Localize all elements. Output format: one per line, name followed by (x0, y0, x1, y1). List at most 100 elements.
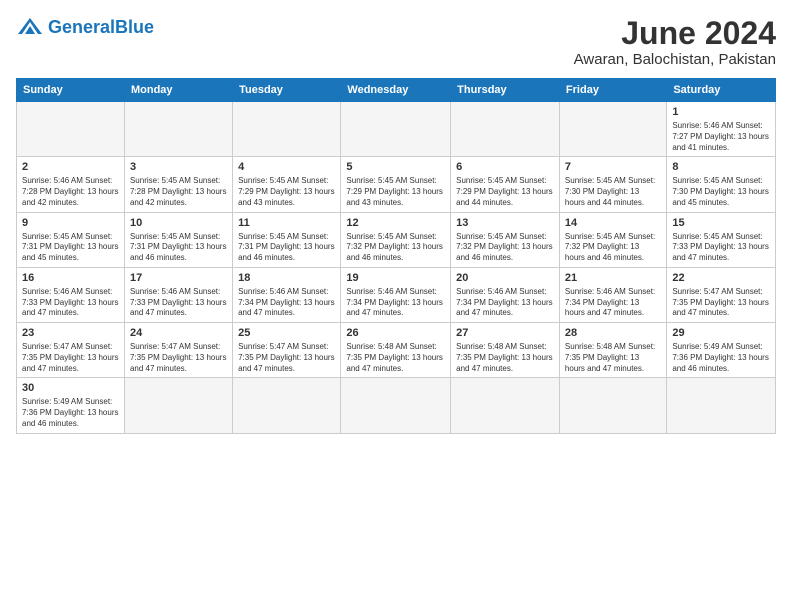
day-cell: 10Sunrise: 5:45 AM Sunset: 7:31 PM Dayli… (124, 212, 232, 267)
day-cell: 17Sunrise: 5:46 AM Sunset: 7:33 PM Dayli… (124, 267, 232, 322)
day-number: 4 (238, 160, 335, 175)
day-info: Sunrise: 5:45 AM Sunset: 7:32 PM Dayligh… (456, 232, 554, 264)
week-row-0: 1Sunrise: 5:46 AM Sunset: 7:27 PM Daylig… (17, 102, 776, 157)
day-cell: 2Sunrise: 5:46 AM Sunset: 7:28 PM Daylig… (17, 157, 125, 212)
day-number: 2 (22, 160, 119, 175)
day-number: 30 (22, 381, 119, 396)
day-number: 22 (672, 271, 770, 286)
day-info: Sunrise: 5:48 AM Sunset: 7:35 PM Dayligh… (456, 342, 554, 374)
day-cell: 15Sunrise: 5:45 AM Sunset: 7:33 PM Dayli… (667, 212, 776, 267)
day-cell: 1Sunrise: 5:46 AM Sunset: 7:27 PM Daylig… (667, 102, 776, 157)
day-info: Sunrise: 5:46 AM Sunset: 7:34 PM Dayligh… (238, 287, 335, 319)
week-row-3: 16Sunrise: 5:46 AM Sunset: 7:33 PM Dayli… (17, 267, 776, 322)
day-info: Sunrise: 5:48 AM Sunset: 7:35 PM Dayligh… (346, 342, 445, 374)
calendar-title: June 2024 (574, 16, 776, 51)
day-number: 5 (346, 160, 445, 175)
calendar-header: GeneralBlue June 2024 Awaran, Balochista… (16, 16, 776, 68)
day-cell (451, 102, 560, 157)
day-info: Sunrise: 5:45 AM Sunset: 7:30 PM Dayligh… (565, 176, 661, 208)
day-info: Sunrise: 5:46 AM Sunset: 7:34 PM Dayligh… (565, 287, 661, 319)
day-cell: 25Sunrise: 5:47 AM Sunset: 7:35 PM Dayli… (233, 323, 341, 378)
weekday-header-row: SundayMondayTuesdayWednesdayThursdayFrid… (17, 79, 776, 102)
day-info: Sunrise: 5:47 AM Sunset: 7:35 PM Dayligh… (22, 342, 119, 374)
day-number: 7 (565, 160, 661, 175)
day-number: 21 (565, 271, 661, 286)
day-number: 29 (672, 326, 770, 341)
day-info: Sunrise: 5:45 AM Sunset: 7:29 PM Dayligh… (346, 176, 445, 208)
day-info: Sunrise: 5:49 AM Sunset: 7:36 PM Dayligh… (672, 342, 770, 374)
day-info: Sunrise: 5:48 AM Sunset: 7:35 PM Dayligh… (565, 342, 661, 374)
day-cell (124, 102, 232, 157)
day-cell: 9Sunrise: 5:45 AM Sunset: 7:31 PM Daylig… (17, 212, 125, 267)
day-number: 24 (130, 326, 227, 341)
day-cell: 24Sunrise: 5:47 AM Sunset: 7:35 PM Dayli… (124, 323, 232, 378)
day-number: 1 (672, 105, 770, 120)
day-number: 23 (22, 326, 119, 341)
day-number: 3 (130, 160, 227, 175)
day-number: 14 (565, 216, 661, 231)
day-number: 28 (565, 326, 661, 341)
day-cell: 19Sunrise: 5:46 AM Sunset: 7:34 PM Dayli… (341, 267, 451, 322)
day-info: Sunrise: 5:47 AM Sunset: 7:35 PM Dayligh… (672, 287, 770, 319)
day-info: Sunrise: 5:46 AM Sunset: 7:34 PM Dayligh… (456, 287, 554, 319)
day-number: 12 (346, 216, 445, 231)
day-number: 13 (456, 216, 554, 231)
day-cell (233, 378, 341, 433)
day-info: Sunrise: 5:46 AM Sunset: 7:27 PM Dayligh… (672, 121, 770, 153)
day-number: 11 (238, 216, 335, 231)
day-number: 8 (672, 160, 770, 175)
day-cell (667, 378, 776, 433)
day-info: Sunrise: 5:46 AM Sunset: 7:33 PM Dayligh… (22, 287, 119, 319)
day-cell: 20Sunrise: 5:46 AM Sunset: 7:34 PM Dayli… (451, 267, 560, 322)
logo: GeneralBlue (16, 16, 154, 38)
day-info: Sunrise: 5:45 AM Sunset: 7:31 PM Dayligh… (130, 232, 227, 264)
title-block: June 2024 Awaran, Balochistan, Pakistan (574, 16, 776, 68)
day-number: 9 (22, 216, 119, 231)
day-number: 27 (456, 326, 554, 341)
day-number: 6 (456, 160, 554, 175)
day-cell (559, 378, 666, 433)
week-row-1: 2Sunrise: 5:46 AM Sunset: 7:28 PM Daylig… (17, 157, 776, 212)
day-number: 26 (346, 326, 445, 341)
weekday-header-friday: Friday (559, 79, 666, 102)
day-cell: 21Sunrise: 5:46 AM Sunset: 7:34 PM Dayli… (559, 267, 666, 322)
logo-text: GeneralBlue (48, 18, 154, 36)
day-cell: 14Sunrise: 5:45 AM Sunset: 7:32 PM Dayli… (559, 212, 666, 267)
day-cell (341, 378, 451, 433)
weekday-header-wednesday: Wednesday (341, 79, 451, 102)
day-info: Sunrise: 5:45 AM Sunset: 7:30 PM Dayligh… (672, 176, 770, 208)
day-cell: 27Sunrise: 5:48 AM Sunset: 7:35 PM Dayli… (451, 323, 560, 378)
day-info: Sunrise: 5:45 AM Sunset: 7:32 PM Dayligh… (565, 232, 661, 264)
day-number: 10 (130, 216, 227, 231)
weekday-header-thursday: Thursday (451, 79, 560, 102)
logo-general: General (48, 17, 115, 37)
day-cell: 16Sunrise: 5:46 AM Sunset: 7:33 PM Dayli… (17, 267, 125, 322)
weekday-header-tuesday: Tuesday (233, 79, 341, 102)
day-info: Sunrise: 5:45 AM Sunset: 7:29 PM Dayligh… (456, 176, 554, 208)
day-info: Sunrise: 5:47 AM Sunset: 7:35 PM Dayligh… (238, 342, 335, 374)
weekday-header-monday: Monday (124, 79, 232, 102)
day-info: Sunrise: 5:46 AM Sunset: 7:34 PM Dayligh… (346, 287, 445, 319)
day-cell (559, 102, 666, 157)
day-info: Sunrise: 5:45 AM Sunset: 7:31 PM Dayligh… (238, 232, 335, 264)
day-cell: 7Sunrise: 5:45 AM Sunset: 7:30 PM Daylig… (559, 157, 666, 212)
day-cell: 30Sunrise: 5:49 AM Sunset: 7:36 PM Dayli… (17, 378, 125, 433)
day-cell: 11Sunrise: 5:45 AM Sunset: 7:31 PM Dayli… (233, 212, 341, 267)
day-cell: 13Sunrise: 5:45 AM Sunset: 7:32 PM Dayli… (451, 212, 560, 267)
day-cell: 12Sunrise: 5:45 AM Sunset: 7:32 PM Dayli… (341, 212, 451, 267)
day-cell: 3Sunrise: 5:45 AM Sunset: 7:28 PM Daylig… (124, 157, 232, 212)
day-cell: 8Sunrise: 5:45 AM Sunset: 7:30 PM Daylig… (667, 157, 776, 212)
day-number: 15 (672, 216, 770, 231)
day-cell: 18Sunrise: 5:46 AM Sunset: 7:34 PM Dayli… (233, 267, 341, 322)
calendar-subtitle: Awaran, Balochistan, Pakistan (574, 51, 776, 68)
day-cell: 5Sunrise: 5:45 AM Sunset: 7:29 PM Daylig… (341, 157, 451, 212)
day-cell: 22Sunrise: 5:47 AM Sunset: 7:35 PM Dayli… (667, 267, 776, 322)
day-cell (17, 102, 125, 157)
day-cell: 6Sunrise: 5:45 AM Sunset: 7:29 PM Daylig… (451, 157, 560, 212)
week-row-5: 30Sunrise: 5:49 AM Sunset: 7:36 PM Dayli… (17, 378, 776, 433)
day-cell: 26Sunrise: 5:48 AM Sunset: 7:35 PM Dayli… (341, 323, 451, 378)
day-number: 19 (346, 271, 445, 286)
day-cell (124, 378, 232, 433)
day-info: Sunrise: 5:46 AM Sunset: 7:33 PM Dayligh… (130, 287, 227, 319)
day-info: Sunrise: 5:46 AM Sunset: 7:28 PM Dayligh… (22, 176, 119, 208)
